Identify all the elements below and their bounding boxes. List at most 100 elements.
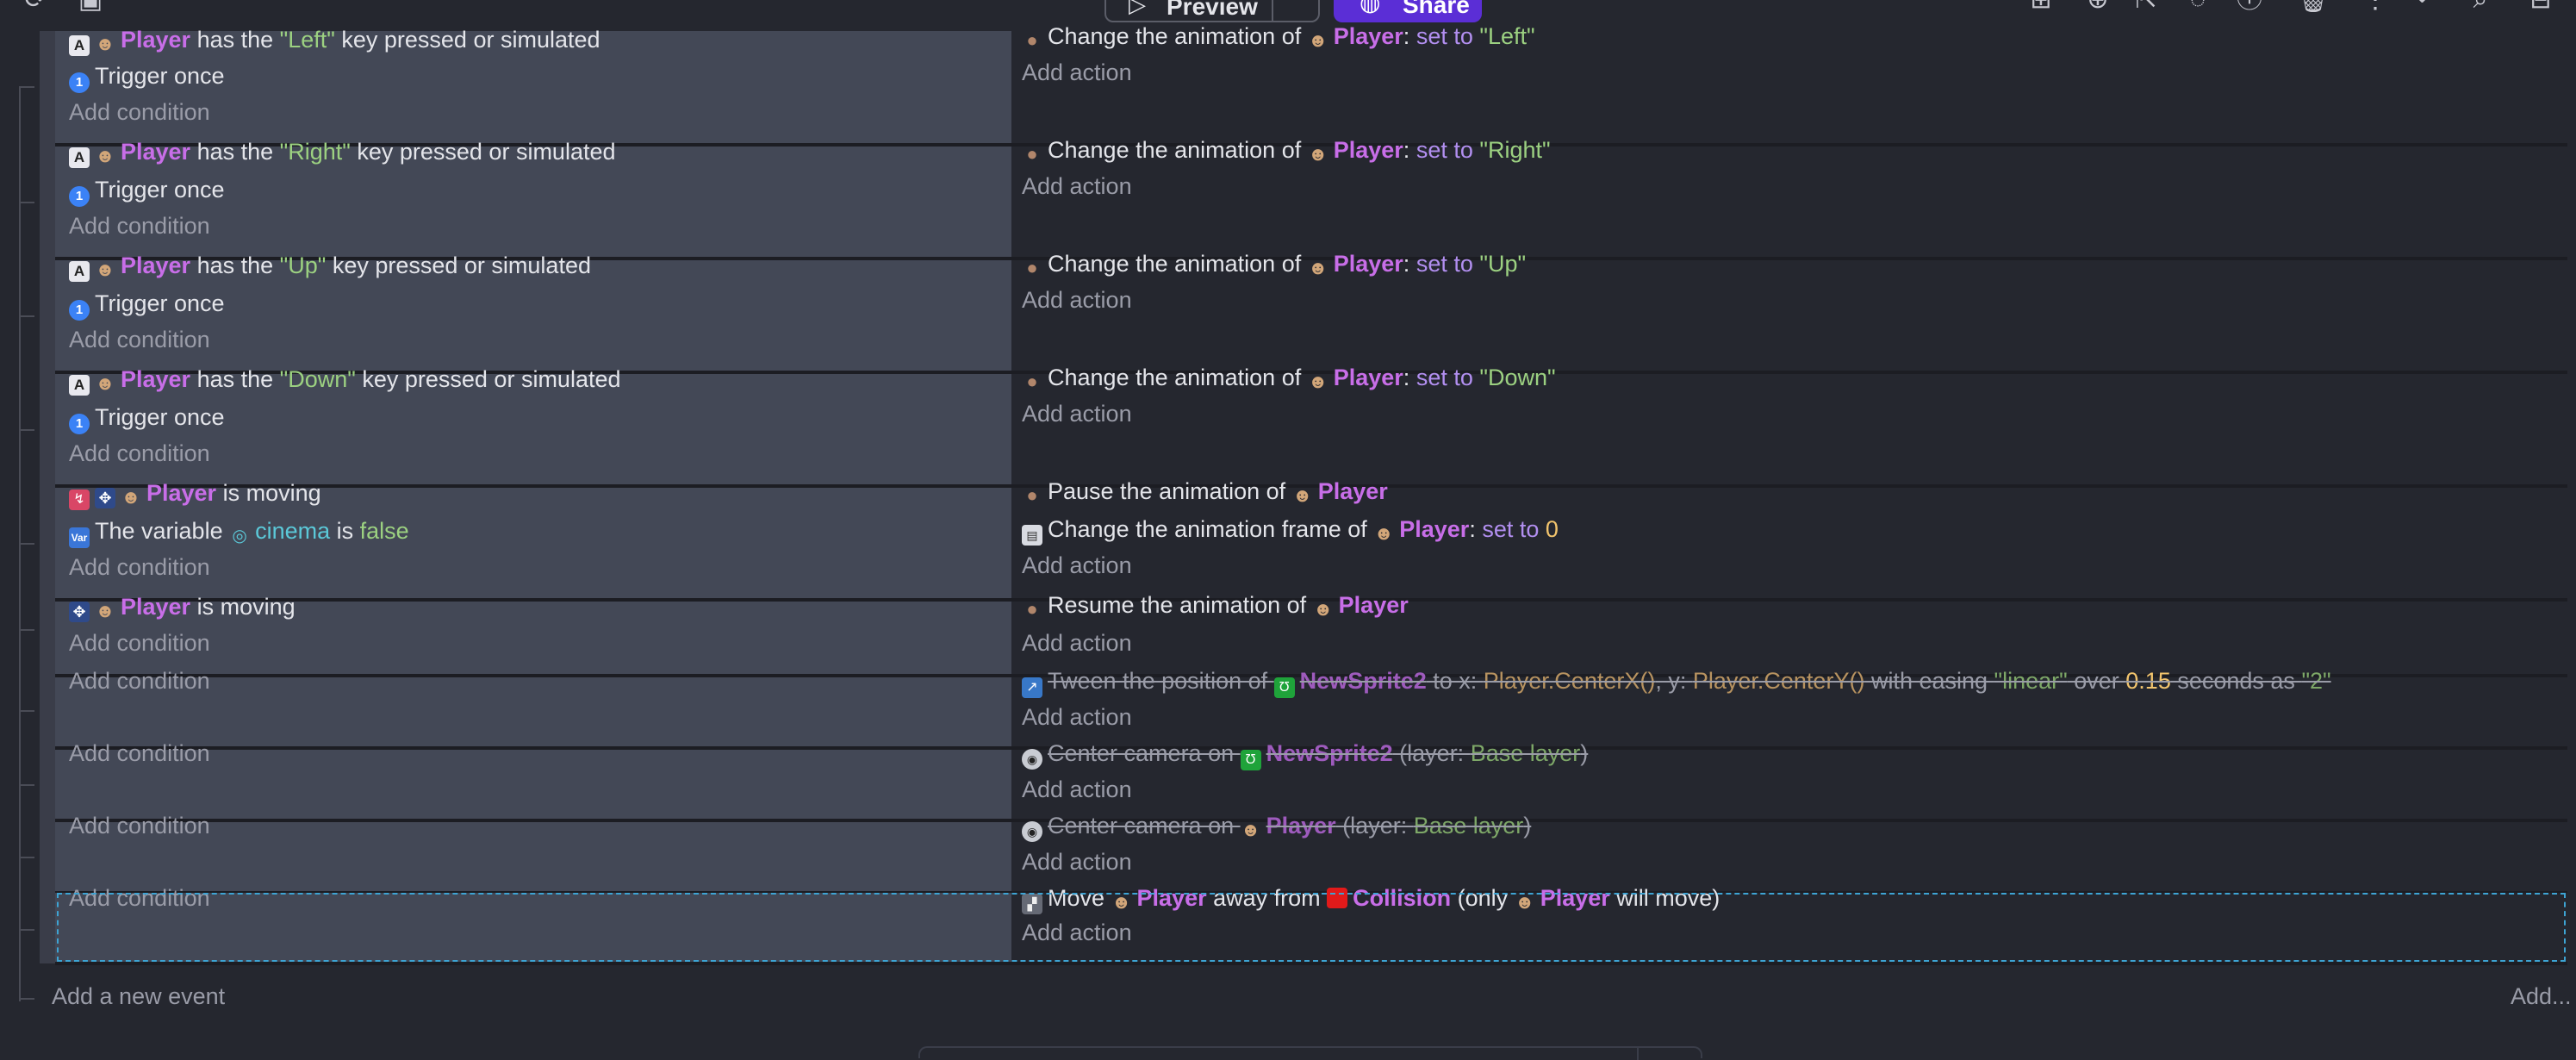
condition[interactable]: Var The variable ◎ cinema is false: [69, 514, 409, 548]
add-comment-icon[interactable]: ◌: [2183, 0, 2212, 13]
conditions-column[interactable]: A ☻ Player has the "Up" key pressed or sim…: [55, 253, 1011, 371]
event-row[interactable]: A ☻ Player has the "Down" key pressed or s…: [55, 365, 2567, 484]
add-action-button[interactable]: Add action: [1022, 283, 1132, 317]
add-new-event-link[interactable]: Add a new event: [52, 981, 225, 1012]
parameter-value[interactable]: "Down": [1479, 365, 1555, 390]
object-name[interactable]: Player: [121, 27, 190, 53]
add-event-icon[interactable]: ⊞: [2026, 0, 2056, 13]
condition[interactable]: A ☻ Player has the "Left" key pressed or s…: [69, 22, 600, 57]
action[interactable]: ● Change the animation of ☻ Player: set to…: [1022, 360, 1555, 395]
event-row[interactable]: ↯ ✥ ☻ Player is moving Var The variable ◎ cine…: [55, 478, 2567, 598]
condition[interactable]: ↯ ✥ ☻ Player is moving: [69, 476, 321, 510]
parameter-value[interactable]: "Down": [280, 366, 356, 392]
add-condition-button[interactable]: Add condition: [69, 808, 210, 843]
action[interactable]: ● Pause the animation of ☻ Player: [1022, 474, 1387, 508]
object-name[interactable]: NewSprite2: [1266, 740, 1393, 766]
add-else-icon[interactable]: ⇱: [2131, 0, 2161, 13]
condition[interactable]: A ☻ Player has the "Down" key pressed or s…: [69, 362, 621, 396]
add-action-button[interactable]: Add action: [1022, 169, 1132, 203]
add-condition-button[interactable]: Add condition: [69, 881, 210, 915]
disabled-action[interactable]: ◉ Center camera on ☻ Player (layer: Base l…: [1022, 808, 1531, 843]
parameter-value[interactable]: set to: [1416, 365, 1480, 390]
object-name[interactable]: Player: [121, 253, 190, 278]
object-name[interactable]: Player: [121, 594, 190, 620]
action[interactable]: ● Change the animation of ☻ Player: set to…: [1022, 246, 1526, 281]
object-name[interactable]: Player: [146, 480, 216, 506]
conditions-column[interactable]: A ☻ Player has the "Down" key pressed or s…: [55, 366, 1011, 484]
object-name[interactable]: Player: [1334, 137, 1403, 163]
add-condition-button[interactable]: Add condition: [69, 626, 210, 660]
add-action-button[interactable]: Add action: [1022, 772, 1132, 807]
parameter-value[interactable]: Player.CenterX(): [1484, 668, 1656, 694]
parameter-value[interactable]: Base layer: [1471, 740, 1581, 766]
settings-icon[interactable]: ⊟: [2526, 0, 2555, 13]
parameter-value[interactable]: 0.15: [2125, 668, 2171, 694]
add-action-button[interactable]: Add action: [1022, 396, 1132, 431]
add-action-button[interactable]: Add action: [1022, 700, 1132, 734]
add-condition-button[interactable]: Add condition: [69, 209, 210, 243]
add-action-button[interactable]: Add action: [1022, 626, 1132, 660]
add-action-button[interactable]: Add action: [1022, 55, 1132, 90]
parameter-value[interactable]: set to: [1482, 516, 1546, 542]
actions-column[interactable]: ▞ Move ☻ Player away from Collision (only …: [1013, 885, 2567, 962]
parameter-value[interactable]: set to: [1416, 23, 1480, 49]
add-more-link[interactable]: Add...: [2511, 981, 2572, 1012]
action[interactable]: ▞ Move ☻ Player away from Collision (only …: [1022, 881, 1720, 915]
add-condition-button[interactable]: Add condition: [69, 550, 210, 584]
condition[interactable]: 1 Trigger once: [69, 59, 225, 93]
event-gutter[interactable]: [40, 31, 55, 963]
object-name[interactable]: Player: [1399, 516, 1469, 542]
parameter-value[interactable]: "Up": [1479, 251, 1526, 277]
parameter-value[interactable]: false: [360, 518, 409, 544]
parameter-value[interactable]: "Left": [1479, 23, 1534, 49]
action[interactable]: ● Resume the animation of ☻ Player: [1022, 588, 1409, 622]
action[interactable]: ● Change the animation of ☻ Player: set to…: [1022, 133, 1550, 167]
add-condition-button[interactable]: Add condition: [69, 664, 210, 698]
object-name[interactable]: Player: [1266, 813, 1336, 839]
conditions-column[interactable]: A ☻ Player has the "Left" key pressed or s…: [55, 27, 1011, 143]
event-row[interactable]: A ☻ Player has the "Left" key pressed or s…: [55, 23, 2567, 143]
actions-column[interactable]: ● Pause the animation of ☻ Player ▤ Change t…: [1013, 478, 2567, 598]
parameter-value[interactable]: Player.CenterY(): [1693, 668, 1865, 694]
add-condition-button[interactable]: Add condition: [69, 736, 210, 770]
parameter-value[interactable]: "Up": [280, 253, 327, 278]
condition[interactable]: A ☻ Player has the "Right" key pressed or …: [69, 134, 616, 169]
help-icon[interactable]: ⓘ: [2235, 0, 2264, 13]
object-name[interactable]: Player: [121, 366, 190, 392]
add-condition-button[interactable]: Add condition: [69, 95, 210, 129]
condition[interactable]: 1 Trigger once: [69, 400, 225, 434]
conditions-column[interactable]: ↯ ✥ ☻ Player is moving Var The variable ◎ cine…: [55, 480, 1011, 598]
object-name[interactable]: Player: [1339, 592, 1409, 618]
add-condition-button[interactable]: Add condition: [69, 322, 210, 357]
parameter-value[interactable]: 0: [1546, 516, 1559, 542]
actions-column[interactable]: ● Change the animation of ☻ Player: set to…: [1013, 137, 2567, 257]
save-icon[interactable]: ▣: [76, 0, 105, 13]
parameter-value[interactable]: "Right": [280, 139, 351, 165]
parameter-value[interactable]: "Left": [280, 27, 335, 53]
parameter-value[interactable]: "Right": [1479, 137, 1550, 163]
condition[interactable]: 1 Trigger once: [69, 172, 225, 207]
event-row[interactable]: Add condition ▞ Move ☻ Player away from Col…: [55, 885, 2567, 962]
condition[interactable]: ✥ ☻ Player is moving: [69, 589, 296, 624]
object-name[interactable]: Player: [121, 139, 190, 165]
object-name[interactable]: Player: [1540, 885, 1610, 911]
add-action-button[interactable]: Add action: [1022, 845, 1132, 879]
parameter-value[interactable]: cinema: [255, 518, 330, 544]
object-name[interactable]: Player: [1334, 365, 1403, 390]
actions-column[interactable]: ● Change the animation of ☻ Player: set to…: [1013, 23, 2567, 143]
disabled-action[interactable]: ◉ Center camera on Ʊ NewSprite2 (layer: Ba…: [1022, 736, 1588, 770]
actions-column[interactable]: ● Change the animation of ☻ Player: set to…: [1013, 251, 2567, 371]
object-name[interactable]: Player: [1334, 251, 1403, 277]
more-icon[interactable]: ⋮: [2361, 0, 2390, 13]
refresh-icon[interactable]: ⟳: [21, 0, 50, 13]
object-name[interactable]: NewSprite2: [1300, 668, 1427, 694]
action[interactable]: ● Change the animation of ☻ Player: set to…: [1022, 19, 1534, 53]
add-action-button[interactable]: Add action: [1022, 548, 1132, 583]
action[interactable]: ▤ Change the animation frame of ☻ Player: …: [1022, 512, 1559, 546]
condition[interactable]: A ☻ Player has the "Up" key pressed or sim…: [69, 248, 591, 283]
delete-icon[interactable]: 🗑: [2297, 0, 2330, 13]
event-row[interactable]: A ☻ Player has the "Right" key pressed or …: [55, 137, 2567, 257]
parameter-value[interactable]: Base layer: [1414, 813, 1524, 839]
add-action-button[interactable]: Add action: [1022, 915, 1132, 950]
parameter-value[interactable]: "linear": [1994, 668, 2068, 694]
